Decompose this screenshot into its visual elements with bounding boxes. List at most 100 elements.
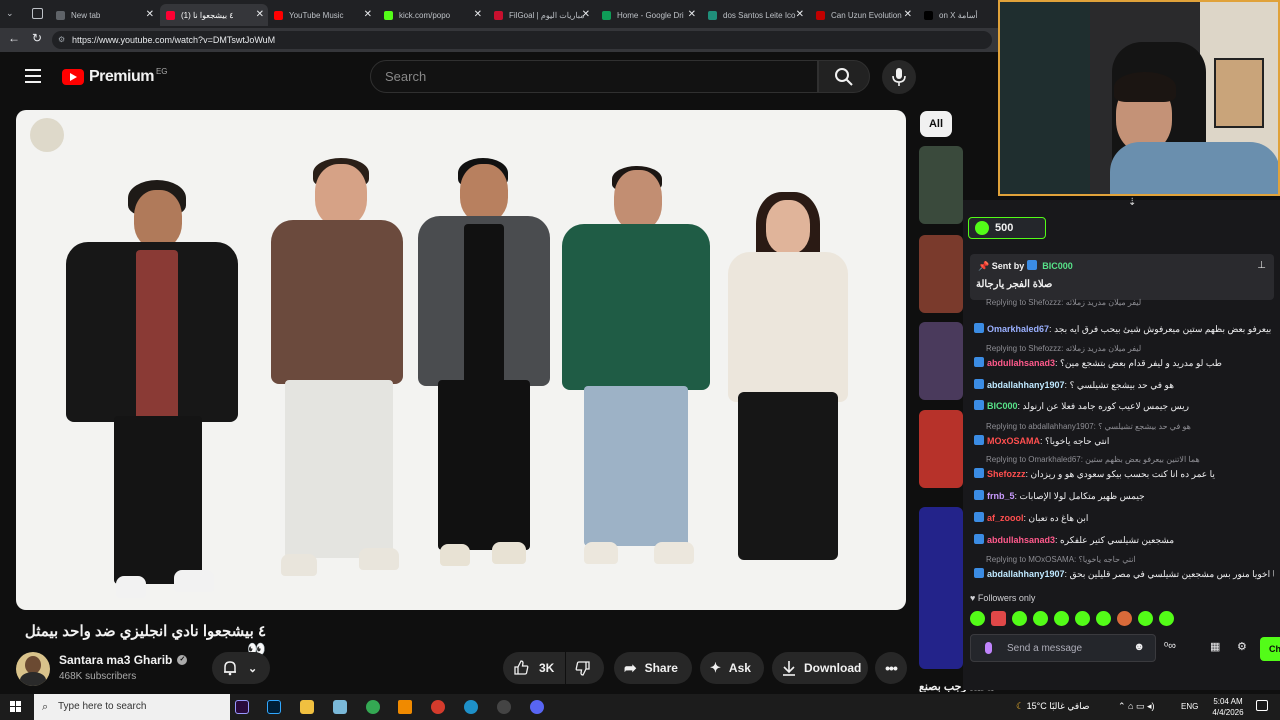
chat-message[interactable]: abdallahhany1907: هو في حد بيشجع تشيلسي …	[974, 379, 1274, 391]
close-tab-icon[interactable]: ✕	[796, 9, 804, 20]
emote-icon[interactable]	[1075, 611, 1090, 626]
share-button[interactable]: ➦ Share	[614, 652, 692, 684]
chat-message[interactable]: abdallahhany1907: لا يا اخويا منور بس مش…	[974, 568, 1274, 580]
app-icon[interactable]	[333, 700, 347, 714]
notifications-icon[interactable]	[1256, 700, 1268, 711]
related-thumbnail[interactable]	[919, 235, 963, 313]
browser-tab[interactable]: Can Uzun Evolution ✕	[810, 4, 916, 26]
chat-username[interactable]: Shefozzz	[987, 469, 1026, 479]
reload-icon[interactable]: ↻	[32, 31, 42, 45]
chat-message[interactable]: abdullahsanad3: مشجعين تشيلسي كتير علفكر…	[974, 534, 1274, 546]
premiere-icon[interactable]	[235, 700, 249, 714]
youtube-logo[interactable]: Premium EG	[62, 67, 168, 87]
browser-tab[interactable]: (1) ٤ بيشجعوا نا ✕	[160, 4, 268, 26]
related-thumbnail[interactable]	[919, 146, 963, 224]
file-explorer-icon[interactable]	[300, 700, 314, 714]
clock[interactable]: 5:04 AM 4/4/2026	[1208, 696, 1248, 718]
chat-collapse-icon[interactable]: ⇣	[1128, 197, 1136, 208]
windows-start-icon[interactable]	[10, 701, 22, 713]
app-icon[interactable]	[431, 700, 445, 714]
app-icon[interactable]	[497, 700, 511, 714]
search-button[interactable]	[818, 60, 870, 93]
browser-tab[interactable]: FilGoal | مباريات اليوم ✕	[488, 4, 594, 26]
chat-username[interactable]: abdullahsanad3	[987, 535, 1055, 545]
close-tab-icon[interactable]: ✕	[688, 9, 696, 20]
emoji-icon[interactable]: ☻	[1133, 641, 1145, 653]
edge-icon[interactable]	[464, 700, 478, 714]
browser-tab[interactable]: New tab ✕	[50, 4, 158, 26]
emote-icon[interactable]	[1033, 611, 1048, 626]
search-input[interactable]: Search	[370, 60, 818, 93]
gift-icon[interactable]: ▦	[1210, 640, 1220, 653]
close-tab-icon[interactable]: ✕	[146, 9, 154, 20]
download-button[interactable]: Download	[772, 652, 868, 684]
chat-username[interactable]: frnb_5	[987, 491, 1015, 501]
chat-message[interactable]: Omarkhaled67: هما الاتنين بيعرفو بعض بظه…	[974, 323, 1274, 335]
browser-tab[interactable]: dos Santos Leite Ico ✕	[702, 4, 808, 26]
tab-list-icon[interactable]: ⌄	[6, 8, 18, 20]
emote-icon[interactable]	[991, 611, 1006, 626]
chat-message[interactable]: af_zoool: ابن هاغ ده تعبان	[974, 512, 1274, 524]
chat-message[interactable]: abdullahsanad3: طب لو مدريد و ليفر قدام …	[974, 357, 1274, 369]
browser-tab[interactable]: Home - Google Dri ✕	[596, 4, 700, 26]
taskbar-search[interactable]: ⌕ Type here to search	[34, 694, 230, 720]
emote-icon[interactable]	[1096, 611, 1111, 626]
vlc-icon[interactable]	[398, 700, 412, 714]
browser-tab[interactable]: YouTube Music ✕	[268, 4, 376, 26]
more-actions-button[interactable]: •••	[875, 652, 907, 684]
emote-icon[interactable]	[1117, 611, 1132, 626]
emote-icon[interactable]	[1159, 611, 1174, 626]
close-tab-icon[interactable]: ✕	[904, 9, 912, 20]
gear-icon[interactable]: ⚙	[1237, 640, 1247, 653]
like-button[interactable]: 3K	[503, 652, 565, 684]
chat-message[interactable]: BIC000: ريس جيمس لاعيب كوره جامد فعلا عن…	[974, 400, 1274, 412]
close-tab-icon[interactable]: ✕	[364, 9, 372, 20]
chat-message[interactable]: Shefozzz: يا عمر ده انا كنت بحسب بيكو سع…	[974, 468, 1274, 480]
video-player[interactable]	[16, 110, 906, 610]
chrome-icon[interactable]	[366, 700, 380, 714]
channel-avatar[interactable]	[16, 652, 50, 686]
chat-username[interactable]: MOxOSAMA	[987, 436, 1040, 446]
chat-username[interactable]: BIC000	[987, 401, 1018, 411]
chat-username[interactable]: abdullahsanad3	[987, 358, 1055, 368]
emote-icon[interactable]	[1138, 611, 1153, 626]
notifications-button[interactable]: ⌄	[212, 652, 270, 684]
close-tab-icon[interactable]: ✕	[256, 9, 264, 20]
related-thumbnail[interactable]	[919, 507, 963, 669]
ask-button[interactable]: ✦ Ask	[700, 652, 764, 684]
menu-icon[interactable]	[25, 69, 41, 83]
weather-widget[interactable]: ☾ 15°C صافي غالبًا	[1016, 701, 1090, 712]
pin-toggle-icon[interactable]: ⊥	[1257, 260, 1266, 271]
related-thumbnail[interactable]	[919, 410, 963, 488]
emote-icon[interactable]	[1012, 611, 1027, 626]
chat-send-button[interactable]: Ch	[1260, 637, 1280, 661]
chip-all[interactable]: All	[920, 111, 952, 137]
chat-username[interactable]: abdallahhany1907	[987, 569, 1065, 579]
chat-message[interactable]: MOxOSAMA: انتي حاجه ياخويا؟	[974, 435, 1274, 447]
workspaces-icon[interactable]	[32, 8, 43, 19]
language-indicator[interactable]: ENG	[1181, 702, 1198, 711]
close-tab-icon[interactable]: ✕	[474, 9, 482, 20]
infinity-icon[interactable]: ᵒ∞	[1164, 640, 1176, 652]
chat-username[interactable]: af_zoool	[987, 513, 1024, 523]
emote-icon[interactable]	[970, 611, 985, 626]
dislike-button[interactable]	[566, 652, 604, 684]
close-tab-icon[interactable]: ✕	[582, 9, 590, 20]
app-icon[interactable]	[530, 700, 544, 714]
microphone-icon[interactable]	[985, 642, 992, 654]
photoshop-icon[interactable]	[267, 700, 281, 714]
chat-message[interactable]: frnb_5: جيمس ظهير متكامل لولا الإصابات	[974, 490, 1274, 502]
back-icon[interactable]: ←	[8, 31, 20, 45]
site-info-icon[interactable]: ⚙	[58, 31, 65, 49]
channel-name[interactable]: Santara ma3 Gharib ✓	[59, 653, 188, 667]
related-thumbnail[interactable]	[919, 322, 963, 400]
chat-username[interactable]: abdallahhany1907	[987, 380, 1065, 390]
browser-tab[interactable]: kick.com/popo ✕	[378, 4, 486, 26]
chat-username[interactable]: Omarkhaled67	[987, 324, 1049, 334]
system-tray[interactable]: ⌃ ⌂ ▭ ◂)	[1118, 701, 1155, 712]
emote-icon[interactable]	[1054, 611, 1069, 626]
browser-tab[interactable]: on X أسامة	[918, 4, 998, 26]
url-field[interactable]: ⚙ https://www.youtube.com/watch?v=DMTswt…	[52, 31, 992, 49]
chat-input[interactable]: Send a message ☻	[970, 634, 1156, 662]
voice-search-button[interactable]	[882, 60, 916, 94]
